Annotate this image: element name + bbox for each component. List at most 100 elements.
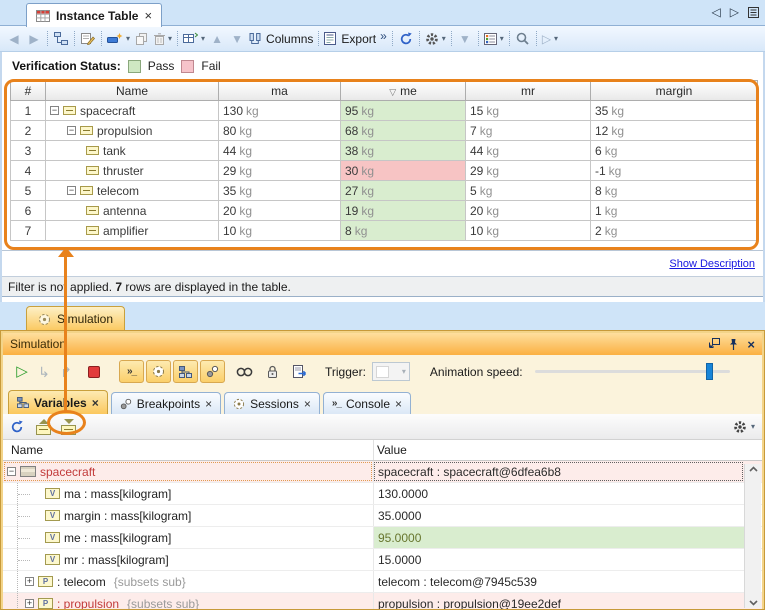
me-cell-fail[interactable]: 30kg — [341, 161, 466, 181]
collapse-icon[interactable]: − — [50, 106, 59, 115]
scroll-down-icon[interactable] — [749, 600, 758, 606]
back-button[interactable]: ◀ — [4, 28, 24, 50]
chevron-down-icon[interactable]: ▾ — [751, 422, 755, 431]
refresh-button[interactable] — [396, 28, 416, 50]
me-cell-pass[interactable]: 38kg — [341, 141, 466, 161]
tab-close-icon[interactable]: × — [92, 398, 99, 408]
tab-breakpoints[interactable]: Breakpoints × — [111, 392, 221, 414]
search-button[interactable] — [513, 28, 533, 50]
toggle-console-button[interactable]: »_ — [119, 360, 144, 383]
variable-row[interactable]: Vme : mass[kilogram] 95.0000 — [3, 527, 762, 549]
table-row[interactable]: 3 tank 44kg 38kg 44kg 6kg — [11, 141, 758, 161]
columns-button[interactable]: Columns — [247, 28, 315, 50]
containment-tree-button[interactable] — [51, 28, 71, 50]
tab-list-icon[interactable] — [748, 7, 759, 18]
collapse-icon[interactable]: − — [67, 126, 76, 135]
me-cell-pass[interactable]: 27kg — [341, 181, 466, 201]
toggle-variables-button[interactable] — [173, 360, 198, 383]
variable-row[interactable]: Vma : mass[kilogram] 130.0000 — [3, 483, 762, 505]
move-up-button[interactable]: ▲ — [207, 28, 227, 50]
table-row[interactable]: 7 amplifier 10kg 8kg 10kg 2kg — [11, 221, 758, 241]
play-button[interactable]: ▷ — [11, 360, 33, 384]
toggle-sessions-button[interactable] — [146, 360, 171, 383]
stop-button[interactable] — [83, 360, 105, 384]
me-cell-pass[interactable]: 8kg — [341, 221, 466, 241]
trash-icon — [154, 33, 165, 45]
me-cell-pass[interactable]: 68kg — [341, 121, 466, 141]
float-window-icon[interactable] — [708, 338, 720, 350]
tab-console[interactable]: »_ Console × — [323, 392, 411, 414]
stop-icon — [88, 366, 100, 378]
tab-simulation[interactable]: Simulation — [26, 306, 125, 331]
tab-close-icon[interactable]: × — [304, 399, 311, 409]
export-value-to-instance-icon[interactable] — [36, 425, 51, 435]
delete-button[interactable]: ▾ — [152, 28, 174, 50]
column-divider[interactable] — [373, 440, 374, 460]
dropdown-icon: ▾ — [442, 34, 446, 43]
variable-row[interactable]: +P: propulsion{subsets sub} propulsion :… — [3, 593, 762, 610]
collapse-icon[interactable]: − — [7, 467, 16, 476]
column-header-margin[interactable]: margin — [591, 81, 758, 101]
scroll-up-icon[interactable] — [749, 466, 758, 472]
close-panel-icon[interactable]: × — [747, 339, 755, 350]
table-options-button[interactable]: ▾ — [423, 28, 448, 50]
lock-button[interactable] — [261, 360, 283, 384]
tab-close-icon[interactable]: × — [144, 11, 152, 21]
refresh-variables-button[interactable] — [10, 420, 24, 434]
tab-sessions[interactable]: Sessions × — [224, 392, 320, 414]
animation-speed-slider[interactable] — [535, 370, 730, 373]
column-header-value[interactable]: Value — [377, 443, 407, 457]
pin-icon[interactable] — [728, 338, 739, 351]
variable-row[interactable]: Vmr : mass[kilogram] 15.0000 — [3, 549, 762, 571]
run-button[interactable]: ▷ ▾ — [540, 28, 560, 50]
scroll-tabs-left-icon[interactable]: ◁ — [712, 5, 721, 19]
create-instance-button[interactable]: ▾ — [105, 28, 132, 50]
forward-button[interactable]: ▶ — [24, 28, 44, 50]
view-options-button[interactable]: ▾ — [482, 28, 506, 50]
expand-icon[interactable]: + — [25, 599, 34, 608]
vertical-scrollbar[interactable] — [744, 464, 761, 608]
slider-handle[interactable] — [706, 363, 713, 380]
tab-close-icon[interactable]: × — [205, 399, 212, 409]
export-button[interactable]: Export — [322, 28, 378, 50]
table-row[interactable]: 5 −telecom 35kg 27kg 5kg 8kg — [11, 181, 758, 201]
tab-label: Breakpoints — [137, 397, 200, 411]
table-row[interactable]: 6 antenna 20kg 19kg 20kg 1kg — [11, 201, 758, 221]
variable-row[interactable]: +P: telecom{subsets sub} telecom : telec… — [3, 571, 762, 593]
variable-row[interactable]: Vmargin : mass[kilogram] 35.0000 — [3, 505, 762, 527]
edit-specification-button[interactable] — [78, 28, 98, 50]
column-header-name[interactable]: Name — [46, 81, 219, 101]
tab-close-icon[interactable]: × — [395, 399, 402, 409]
collapse-icon[interactable]: − — [67, 186, 76, 195]
table-display-mode-button[interactable]: ▾ — [181, 28, 207, 50]
tab-variables[interactable]: Variables × — [8, 390, 108, 414]
me-cell-pass[interactable]: 95kg — [341, 101, 466, 121]
column-header-ma[interactable]: ma — [219, 81, 341, 101]
filter-button[interactable]: ▼ — [455, 28, 475, 50]
variable-row[interactable]: −spacecraft spacecraft : spacecraft@6dfe… — [3, 461, 762, 483]
step-into-button[interactable]: ↳ — [33, 360, 55, 384]
table-row[interactable]: 1 −spacecraft 130kg 95kg 15kg 35kg — [11, 101, 758, 121]
step-over-button[interactable]: ↱ — [55, 360, 77, 384]
column-header-name[interactable]: Name — [11, 443, 43, 457]
pass-value[interactable]: 95.0000 — [373, 527, 744, 548]
scroll-tabs-right-icon[interactable]: ▷ — [730, 5, 739, 19]
toolbar-overflow-icon[interactable]: » — [380, 29, 387, 43]
move-down-button[interactable]: ▼ — [227, 28, 247, 50]
column-header-mr[interactable]: mr — [466, 81, 591, 101]
export-log-button[interactable] — [289, 360, 311, 384]
copy-button[interactable] — [132, 28, 152, 50]
expand-icon[interactable]: + — [25, 577, 34, 586]
watch-button[interactable] — [233, 360, 255, 384]
toggle-breakpoints-button[interactable] — [200, 360, 225, 383]
gear-icon[interactable] — [733, 420, 747, 434]
export-value-change-to-instance-icon[interactable] — [61, 425, 76, 435]
tab-instance-table[interactable]: Instance Table × — [26, 3, 162, 27]
column-header-num[interactable]: # — [11, 81, 46, 101]
table-row[interactable]: 2 −propulsion 80kg 68kg 7kg 12kg — [11, 121, 758, 141]
me-cell-pass[interactable]: 19kg — [341, 201, 466, 221]
table-row[interactable]: 4 thruster 29kg 30kg 29kg -1kg — [11, 161, 758, 181]
show-description-link[interactable]: Show Description — [669, 258, 755, 270]
trigger-select[interactable]: ▾ — [372, 362, 410, 381]
column-header-me[interactable]: ▽me — [341, 81, 466, 101]
